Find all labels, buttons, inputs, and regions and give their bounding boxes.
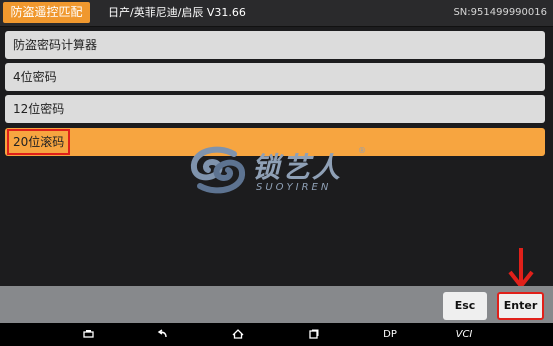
serial-number: SN:951499990016 (453, 7, 547, 18)
home-icon[interactable] (228, 323, 248, 346)
esc-button[interactable]: Esc (443, 292, 487, 320)
vci-button[interactable]: VCI (452, 323, 476, 346)
red-arrow-icon (508, 248, 534, 290)
recents-icon[interactable] (303, 323, 323, 346)
menu-item-label: 20位滚码 (13, 135, 65, 149)
menu-item-label: 12位密码 (13, 102, 65, 116)
breadcrumb: 日产/英菲尼迪/启辰 V31.66 (108, 6, 246, 19)
menu-item-label: 4位密码 (13, 70, 57, 84)
registered-mark: ® (358, 146, 366, 155)
back-icon[interactable] (152, 323, 172, 346)
watermark-logo: 锁艺人 ® SUOYIREN (186, 142, 376, 200)
page-title: 防盗遥控匹配 (3, 2, 90, 23)
dp-button[interactable]: DP (378, 323, 402, 346)
menu-item-label: 防盗密码计算器 (13, 38, 98, 52)
menu-item-12-digit-code[interactable]: 12位密码 (5, 95, 545, 123)
enter-button[interactable]: Enter (497, 292, 544, 320)
watermark-subtitle: SUOYIREN (256, 182, 332, 193)
menu-item-4-digit-code[interactable]: 4位密码 (5, 63, 545, 91)
menu-item-password-calculator[interactable]: 防盗密码计算器 (5, 31, 545, 59)
print-icon[interactable] (78, 323, 98, 346)
swirl-logo-icon (191, 146, 245, 194)
watermark-brand: 锁艺人 (252, 151, 343, 184)
top-bar: 防盗遥控匹配 日产/英菲尼迪/启辰 V31.66 SN:951499990016 (0, 0, 553, 27)
